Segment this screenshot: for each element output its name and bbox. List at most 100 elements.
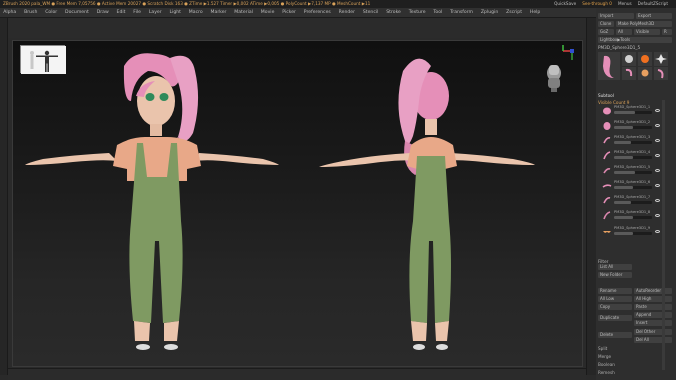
del-all-button[interactable]: Del All xyxy=(634,337,672,343)
visibility-eye-icon[interactable] xyxy=(655,124,660,127)
visibility-eye-icon[interactable] xyxy=(655,109,660,112)
all-high-button[interactable]: All High xyxy=(634,296,672,302)
menu-picker[interactable]: Picker xyxy=(279,8,299,17)
menu-stroke[interactable]: Stroke xyxy=(383,8,404,17)
visibility-eye-icon[interactable] xyxy=(655,230,660,233)
menu-zscript[interactable]: Zscript xyxy=(503,8,525,17)
menu-material[interactable]: Material xyxy=(231,8,256,17)
subtool-name: PM3D_Sphere3D1_3 xyxy=(614,135,651,139)
menu-tool[interactable]: Tool xyxy=(430,8,445,17)
subtool-opacity-slider[interactable] xyxy=(614,201,652,204)
list-all-button[interactable]: List All xyxy=(598,264,632,270)
export-button[interactable]: Export xyxy=(636,13,672,19)
title-info: ZBrush 2020 pala_WM ● Free Mem 7,05756 ●… xyxy=(3,1,371,6)
subtool-row[interactable]: PM3D_Sphere3D1_6 xyxy=(600,180,662,191)
menu-preferences[interactable]: Preferences xyxy=(301,8,334,17)
subtool-thumb-icon xyxy=(603,151,611,160)
menu-color[interactable]: Color xyxy=(42,8,60,17)
visibility-eye-icon[interactable] xyxy=(655,214,660,217)
see-through-slider[interactable]: See-through 0 xyxy=(582,0,612,8)
menu-macro[interactable]: Macro xyxy=(186,8,206,17)
subtool-row[interactable]: PM3D_Sphere3D1_7 xyxy=(600,195,662,206)
menu-marker[interactable]: Marker xyxy=(207,8,229,17)
subtool-name: PM3D_Sphere3D1_7 xyxy=(614,195,651,199)
import-button[interactable]: Import xyxy=(598,13,634,19)
new-folder-button[interactable]: New Folder xyxy=(598,272,632,278)
r-button[interactable]: R xyxy=(662,29,672,35)
menu-file[interactable]: File xyxy=(130,8,144,17)
autoreorder-button[interactable]: AutoReorder xyxy=(634,288,672,294)
menu-draw[interactable]: Draw xyxy=(94,8,112,17)
subtool-thumb-icon xyxy=(602,184,612,188)
right-shelf[interactable] xyxy=(586,18,596,375)
subtool-name: PM3D_Sphere3D1_2 xyxy=(614,120,651,124)
menu-edit[interactable]: Edit xyxy=(113,8,128,17)
lightbox-tools-button[interactable]: Lightbox▶Tools xyxy=(598,37,672,43)
subtool-opacity-slider[interactable] xyxy=(614,186,652,189)
subtool-row[interactable]: PM3D_Sphere3D1_2 xyxy=(600,120,662,131)
subtool-opacity-slider[interactable] xyxy=(614,141,652,144)
menu-texture[interactable]: Texture xyxy=(406,8,429,17)
canvas-viewport[interactable] xyxy=(12,40,583,367)
menu-bar: Alpha Brush Color Document Draw Edit Fil… xyxy=(0,8,676,18)
subtool-thumb-icon xyxy=(603,231,611,233)
all-button[interactable]: All xyxy=(616,29,632,35)
subtool-opacity-slider[interactable] xyxy=(614,232,652,235)
subtool-row[interactable]: PM3D_Sphere3D1_8 xyxy=(600,210,662,221)
menu-layer[interactable]: Layer xyxy=(146,8,165,17)
menu-stencil[interactable]: Stencil xyxy=(360,8,382,17)
clone-button[interactable]: Clone xyxy=(598,21,614,27)
menu-transform[interactable]: Transform xyxy=(447,8,476,17)
subtool-opacity-slider[interactable] xyxy=(614,171,652,174)
all-low-button[interactable]: All Low xyxy=(598,296,632,302)
bottom-shelf xyxy=(8,368,586,380)
visibility-eye-icon[interactable] xyxy=(655,139,660,142)
menus-button[interactable]: Menus xyxy=(618,0,632,8)
subtool-thumb-icon xyxy=(603,197,611,204)
current-tool-name: PM3D_Sphere3D1_5 xyxy=(598,45,641,50)
subtool-thumb-icon xyxy=(603,168,611,174)
left-shelf[interactable] xyxy=(0,18,8,375)
duplicate-button[interactable]: Duplicate xyxy=(598,315,632,321)
subtool-thumb-icon xyxy=(603,137,611,144)
subtool-opacity-slider[interactable] xyxy=(614,111,652,114)
menu-light[interactable]: Light xyxy=(166,8,184,17)
subtool-scrollbar[interactable] xyxy=(662,100,665,370)
visibility-eye-icon[interactable] xyxy=(655,184,660,187)
menu-document[interactable]: Document xyxy=(62,8,92,17)
del-other-button[interactable]: Del Other xyxy=(634,329,672,335)
menu-render[interactable]: Render xyxy=(335,8,358,17)
visibility-eye-icon[interactable] xyxy=(655,199,660,202)
make-polymesh-button[interactable]: Make PolyMesh3D xyxy=(616,21,672,27)
subtool-row[interactable]: PM3D_Sphere3D1_1 xyxy=(600,105,662,116)
default-zscript-button[interactable]: DefaultZScript xyxy=(638,0,668,8)
menu-help[interactable]: Help xyxy=(527,8,544,17)
delete-button[interactable]: Delete xyxy=(598,332,632,338)
subtool-thumb-icon xyxy=(603,122,611,130)
subtool-opacity-slider[interactable] xyxy=(614,156,652,159)
menu-zplugin[interactable]: Zplugin xyxy=(478,8,502,17)
menu-alpha[interactable]: Alpha xyxy=(0,8,19,17)
character-back-view[interactable] xyxy=(13,41,584,368)
subtool-row[interactable]: PM3D_Sphere3D1_9 xyxy=(600,226,662,237)
subtool-row[interactable]: PM3D_Sphere3D1_3 xyxy=(600,135,662,146)
subtool-row[interactable]: PM3D_Sphere3D1_5 xyxy=(600,165,662,176)
subtool-opacity-slider[interactable] xyxy=(614,126,652,129)
insert-button[interactable]: Insert xyxy=(634,320,672,326)
goz-button[interactable]: GoZ xyxy=(598,29,614,35)
subtool-row[interactable]: PM3D_Sphere3D1_4 xyxy=(600,150,662,161)
subtool-opacity-slider[interactable] xyxy=(614,216,652,219)
subtool-header[interactable]: Subtool xyxy=(598,92,674,99)
menu-movie[interactable]: Movie xyxy=(258,8,278,17)
visible-button[interactable]: Visible xyxy=(634,29,660,35)
tool-thumbnails[interactable] xyxy=(598,52,674,82)
paste-button[interactable]: Paste xyxy=(634,304,672,310)
menu-brush[interactable]: Brush xyxy=(21,8,41,17)
rename-button[interactable]: Rename xyxy=(598,288,632,294)
remesh-menu[interactable]: Remesh xyxy=(598,369,674,376)
visibility-eye-icon[interactable] xyxy=(655,154,660,157)
append-button[interactable]: Append xyxy=(634,312,672,318)
quicksave-button[interactable]: QuickSave xyxy=(554,0,576,8)
copy-button[interactable]: Copy xyxy=(598,304,632,310)
visibility-eye-icon[interactable] xyxy=(655,169,660,172)
